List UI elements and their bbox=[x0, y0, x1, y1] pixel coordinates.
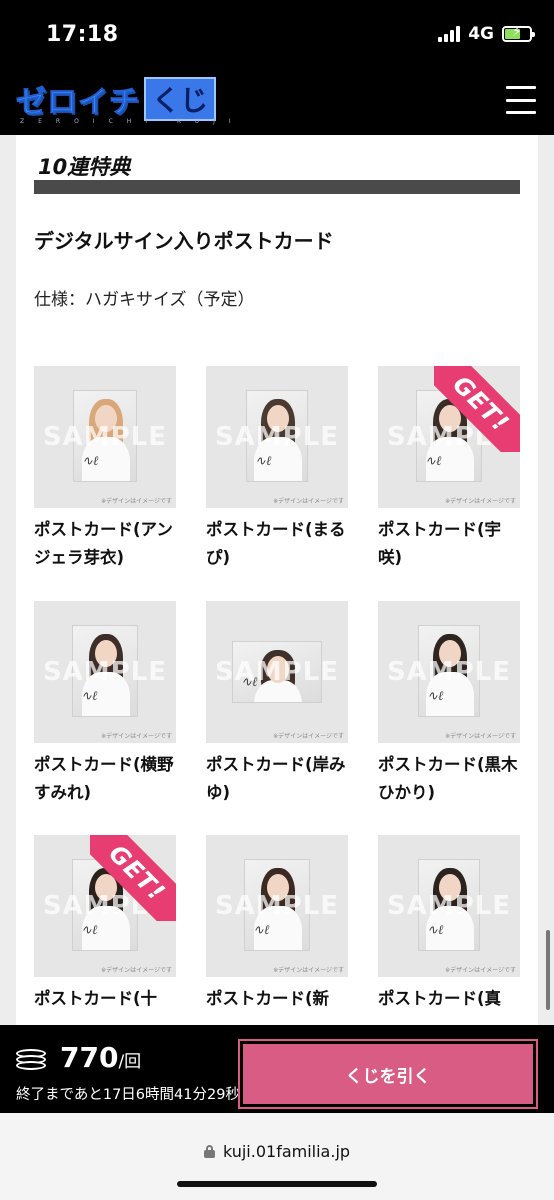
postcard-image[interactable]: ∿ℓ SAMPLE ※デザインはイメージです bbox=[206, 601, 348, 743]
get-ribbon-label: GET! bbox=[447, 370, 515, 438]
status-icons: 4G ⚡ bbox=[438, 24, 535, 44]
image-disclaimer: ※デザインはイメージです bbox=[445, 733, 516, 740]
postcard-label[interactable]: ポストカード(新 bbox=[206, 985, 348, 1013]
sample-watermark: SAMPLE bbox=[42, 657, 168, 687]
sample-watermark: SAMPLE bbox=[386, 891, 512, 921]
postcard-label[interactable]: ポストカード(岸みゆ) bbox=[206, 751, 348, 807]
coin-icon bbox=[16, 1049, 46, 1075]
image-disclaimer: ※デザインはイメージです bbox=[273, 733, 344, 740]
price-unit: /回 bbox=[118, 1052, 142, 1072]
bonus-title: 10連特典 bbox=[38, 155, 131, 179]
sample-watermark: SAMPLE bbox=[214, 422, 340, 452]
postcard-label[interactable]: ポストカード(アンジェラ芽衣) bbox=[34, 516, 176, 572]
image-disclaimer: ※デザインはイメージです bbox=[445, 967, 516, 974]
image-disclaimer: ※デザインはイメージです bbox=[101, 733, 172, 740]
postcard-item[interactable]: ∿ℓ SAMPLE ※デザインはイメージです ポストカード(まるぴ) bbox=[206, 366, 348, 572]
postcard-image[interactable]: ∿ℓ SAMPLE ※デザインはイメージです GET! bbox=[34, 835, 176, 977]
battery-icon: ⚡ bbox=[502, 24, 535, 42]
sample-watermark: SAMPLE bbox=[386, 657, 512, 687]
price: 770/回 bbox=[60, 1041, 141, 1074]
postcard-label[interactable]: ポストカード(宇咲) bbox=[378, 516, 520, 572]
postcard-item[interactable]: ∿ℓ SAMPLE ※デザインはイメージです ポストカード(新 bbox=[206, 835, 348, 1013]
url-text: kuji.01familia.jp bbox=[222, 1142, 351, 1161]
purchase-bar: 770/回 終了まであと17日6時間41分29秒 くじを引く bbox=[0, 1025, 554, 1113]
price-value: 770 bbox=[60, 1041, 119, 1074]
logo-subtitle: ZEROICHI KUJI bbox=[20, 118, 245, 125]
site-logo[interactable]: ゼロイチ くじ ZEROICHI KUJI bbox=[16, 76, 231, 125]
main-content: 10連特典 デジタルサイン入りポストカード 仕様：ハガキサイズ（予定） ∿ℓ SA… bbox=[16, 135, 538, 1025]
image-disclaimer: ※デザインはイメージです bbox=[273, 498, 344, 505]
postcard-label[interactable]: ポストカード(十 bbox=[34, 985, 176, 1013]
postcard-image[interactable]: ∿ℓ SAMPLE ※デザインはイメージです bbox=[378, 601, 520, 743]
postcard-label[interactable]: ポストカード(真 bbox=[378, 985, 520, 1013]
postcard-item[interactable]: ∿ℓ SAMPLE ※デザインはイメージです ポストカード(岸みゆ) bbox=[206, 601, 348, 807]
image-disclaimer: ※デザインはイメージです bbox=[445, 498, 516, 505]
sample-watermark: SAMPLE bbox=[214, 657, 340, 687]
postcard-label[interactable]: ポストカード(横野すみれ) bbox=[34, 751, 176, 807]
network-type: 4G bbox=[468, 24, 494, 44]
postcard-label[interactable]: ポストカード(黒木ひかり) bbox=[378, 751, 520, 807]
postcard-image[interactable]: ∿ℓ SAMPLE ※デザインはイメージです bbox=[206, 366, 348, 508]
postcard-image[interactable]: ∿ℓ SAMPLE ※デザインはイメージです bbox=[34, 366, 176, 508]
signal-icon bbox=[438, 26, 461, 42]
home-indicator[interactable] bbox=[177, 1181, 377, 1187]
postcard-image[interactable]: ∿ℓ SAMPLE ※デザインはイメージです GET! bbox=[378, 366, 520, 508]
scrollbar[interactable] bbox=[546, 930, 550, 1010]
section-divider bbox=[34, 180, 520, 194]
postcard-item[interactable]: ∿ℓ SAMPLE ※デザインはイメージです ポストカード(横野すみれ) bbox=[34, 601, 176, 807]
logo-text: ゼロイチ bbox=[16, 85, 140, 121]
item-spec: 仕様：ハガキサイズ（予定） bbox=[34, 290, 255, 310]
countdown-timer: 終了まであと17日6時間41分29秒 bbox=[16, 1087, 240, 1103]
get-ribbon-badge: GET! bbox=[90, 835, 176, 921]
image-disclaimer: ※デザインはイメージです bbox=[273, 967, 344, 974]
draw-lottery-button-label: くじを引く bbox=[243, 1044, 533, 1104]
screen: 17:18 4G ⚡ ゼロイチ くじ ZEROICHI KUJI 10連特典 デ… bbox=[0, 0, 554, 1200]
postcard-item[interactable]: ∿ℓ SAMPLE ※デザインはイメージです ポストカード(真 bbox=[378, 835, 520, 1013]
postcard-image[interactable]: ∿ℓ SAMPLE ※デザインはイメージです bbox=[34, 601, 176, 743]
postcard-item[interactable]: ∿ℓ SAMPLE ※デザインはイメージです ポストカード(黒木ひかり) bbox=[378, 601, 520, 807]
postcard-label[interactable]: ポストカード(まるぴ) bbox=[206, 516, 348, 572]
postcard-image[interactable]: ∿ℓ SAMPLE ※デザインはイメージです bbox=[378, 835, 520, 977]
lock-icon bbox=[203, 1145, 215, 1158]
image-disclaimer: ※デザインはイメージです bbox=[101, 967, 172, 974]
draw-lottery-button[interactable]: くじを引く bbox=[238, 1039, 538, 1109]
address-bar[interactable]: kuji.01familia.jp bbox=[0, 1142, 554, 1161]
logo-box-text: くじ bbox=[144, 77, 217, 121]
status-bar: 17:18 4G ⚡ bbox=[0, 0, 554, 62]
status-time: 17:18 bbox=[46, 22, 119, 47]
item-title: デジタルサイン入りポストカード bbox=[34, 229, 334, 253]
sample-watermark: SAMPLE bbox=[42, 422, 168, 452]
browser-bottom-bar: kuji.01familia.jp bbox=[0, 1113, 554, 1200]
sample-watermark: SAMPLE bbox=[214, 891, 340, 921]
site-header: ゼロイチ くじ ZEROICHI KUJI bbox=[0, 62, 554, 135]
postcard-item[interactable]: ∿ℓ SAMPLE ※デザインはイメージです GET! ポストカード(十 bbox=[34, 835, 176, 1013]
postcard-item[interactable]: ∿ℓ SAMPLE ※デザインはイメージです GET! ポストカード(宇咲) bbox=[378, 366, 520, 572]
image-disclaimer: ※デザインはイメージです bbox=[101, 498, 172, 505]
postcard-image[interactable]: ∿ℓ SAMPLE ※デザインはイメージです bbox=[206, 835, 348, 977]
hamburger-menu-icon[interactable] bbox=[506, 86, 536, 114]
postcard-item[interactable]: ∿ℓ SAMPLE ※デザインはイメージです ポストカード(アンジェラ芽衣) bbox=[34, 366, 176, 572]
get-ribbon-label: GET! bbox=[103, 839, 171, 907]
get-ribbon-badge: GET! bbox=[434, 366, 520, 452]
